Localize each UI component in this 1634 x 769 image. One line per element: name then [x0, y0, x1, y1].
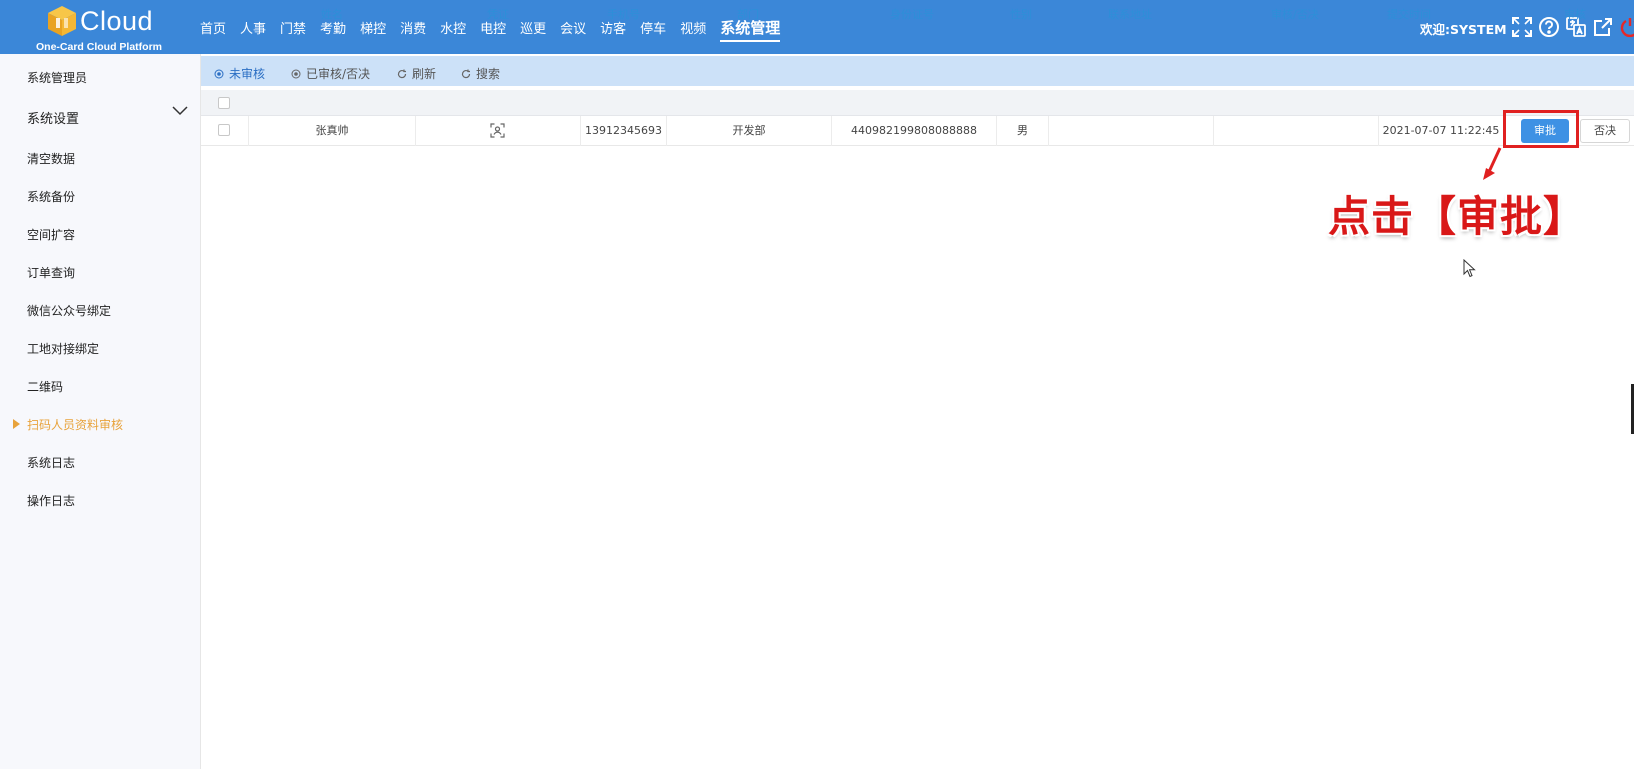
nav-meeting[interactable]: 会议 [560, 18, 586, 37]
nav-hr[interactable]: 人事 [240, 18, 266, 37]
nav-consumption[interactable]: 消费 [400, 18, 426, 37]
table-row[interactable]: 张真帅 13912345693 开发部 440982199808088888 男… [201, 116, 1634, 146]
nav-access[interactable]: 门禁 [280, 18, 306, 37]
annotation-arrow-icon [1483, 147, 1502, 180]
col-review-status: 审核/否决 [1271, 8, 1319, 21]
col-credential: 凭证 [487, 8, 509, 21]
col-address: 联系地址 [1108, 8, 1152, 21]
col-id-card: 身份证号 [890, 8, 934, 21]
table-header [201, 90, 1634, 116]
logo-wordmark: Cloud [80, 6, 154, 36]
sidebar-group-settings[interactable]: 系统设置 [27, 108, 79, 127]
help-icon[interactable] [1538, 16, 1560, 38]
cell-id-card: 440982199808088888 [832, 116, 997, 146]
refresh-button[interactable]: 刷新 [397, 65, 436, 82]
cell-name: 张真帅 [249, 116, 416, 146]
refresh-icon [397, 69, 407, 78]
nav-video[interactable]: 视频 [680, 18, 706, 37]
col-phone: 手机号 [607, 8, 640, 21]
mouse-cursor-icon [1463, 259, 1476, 278]
col-name: 姓名 [321, 8, 343, 21]
annotation-text: 点击【审批】 [1328, 192, 1587, 241]
tab-reviewed-label: 已审核/否决 [306, 67, 371, 81]
logo[interactable]: Cloud One-Card Cloud Platform [36, 2, 166, 53]
cell-gender: 男 [997, 116, 1049, 146]
nav-parking[interactable]: 停车 [640, 18, 666, 37]
chevron-down-icon[interactable] [172, 106, 188, 116]
welcome-user: 欢迎:SYSTEM [1420, 22, 1507, 37]
refresh-label: 刷新 [412, 67, 437, 81]
tab-pending-label: 未审核 [229, 67, 266, 81]
search-refresh-icon [461, 69, 471, 78]
sidebar-item-wechat-bind[interactable]: 微信公众号绑定 [27, 302, 111, 319]
radio-dot-icon [291, 69, 301, 78]
search-button[interactable]: 搜索 [461, 65, 500, 82]
logo-subtitle: One-Card Cloud Platform [36, 41, 163, 53]
highlight-box [1503, 110, 1579, 148]
cell-review-status [1214, 116, 1379, 146]
power-icon[interactable] [1619, 16, 1634, 38]
sidebar-item-scan-review[interactable]: 扫码人员资料审核 [27, 416, 123, 433]
row-checkbox[interactable] [218, 124, 230, 136]
scan-face-icon[interactable] [490, 123, 505, 138]
cube-logo-icon [48, 6, 76, 36]
select-all-checkbox[interactable] [218, 97, 230, 109]
sidebar-item-clear-data[interactable]: 清空数据 [27, 150, 75, 167]
sidebar-item-backup[interactable]: 系统备份 [27, 188, 75, 205]
external-link-icon[interactable] [1592, 16, 1614, 38]
cell-phone: 13912345693 [581, 116, 667, 146]
sidebar-item-qrcode[interactable]: 二维码 [27, 378, 63, 395]
sidebar-item-orders[interactable]: 订单查询 [27, 264, 75, 281]
nav-home[interactable]: 首页 [200, 18, 226, 37]
col-review: 审核 [1564, 8, 1586, 21]
search-label: 搜索 [476, 67, 501, 81]
col-submit-time: 提交时间 [1387, 8, 1431, 21]
fullscreen-icon[interactable] [1511, 16, 1533, 38]
nav-elevator[interactable]: 梯控 [360, 18, 386, 37]
reject-button[interactable]: 否决 [1580, 119, 1630, 143]
cell-submit-time: 2021-07-07 11:22:45 [1379, 116, 1504, 146]
active-arrow-icon [13, 419, 20, 429]
tab-reviewed[interactable]: 已审核/否决 [291, 65, 370, 82]
col-gender: 性别 [1010, 8, 1032, 21]
nav-water[interactable]: 水控 [440, 18, 466, 37]
sidebar-item-operation-log[interactable]: 操作日志 [27, 492, 75, 509]
sidebar-item-expand-space[interactable]: 空间扩容 [27, 226, 75, 243]
sidebar-item-site-bind[interactable]: 工地对接绑定 [27, 340, 99, 357]
nav-patrol[interactable]: 巡更 [520, 18, 546, 37]
radio-dot-icon [214, 69, 224, 78]
cell-address [1049, 116, 1214, 146]
tab-pending[interactable]: 未审核 [214, 65, 265, 82]
sidebar-item-system-log[interactable]: 系统日志 [27, 454, 75, 471]
cell-department: 开发部 [667, 116, 832, 146]
col-department: 部门 [737, 8, 759, 21]
sidebar-item-admins[interactable]: 系统管理员 [27, 69, 87, 86]
